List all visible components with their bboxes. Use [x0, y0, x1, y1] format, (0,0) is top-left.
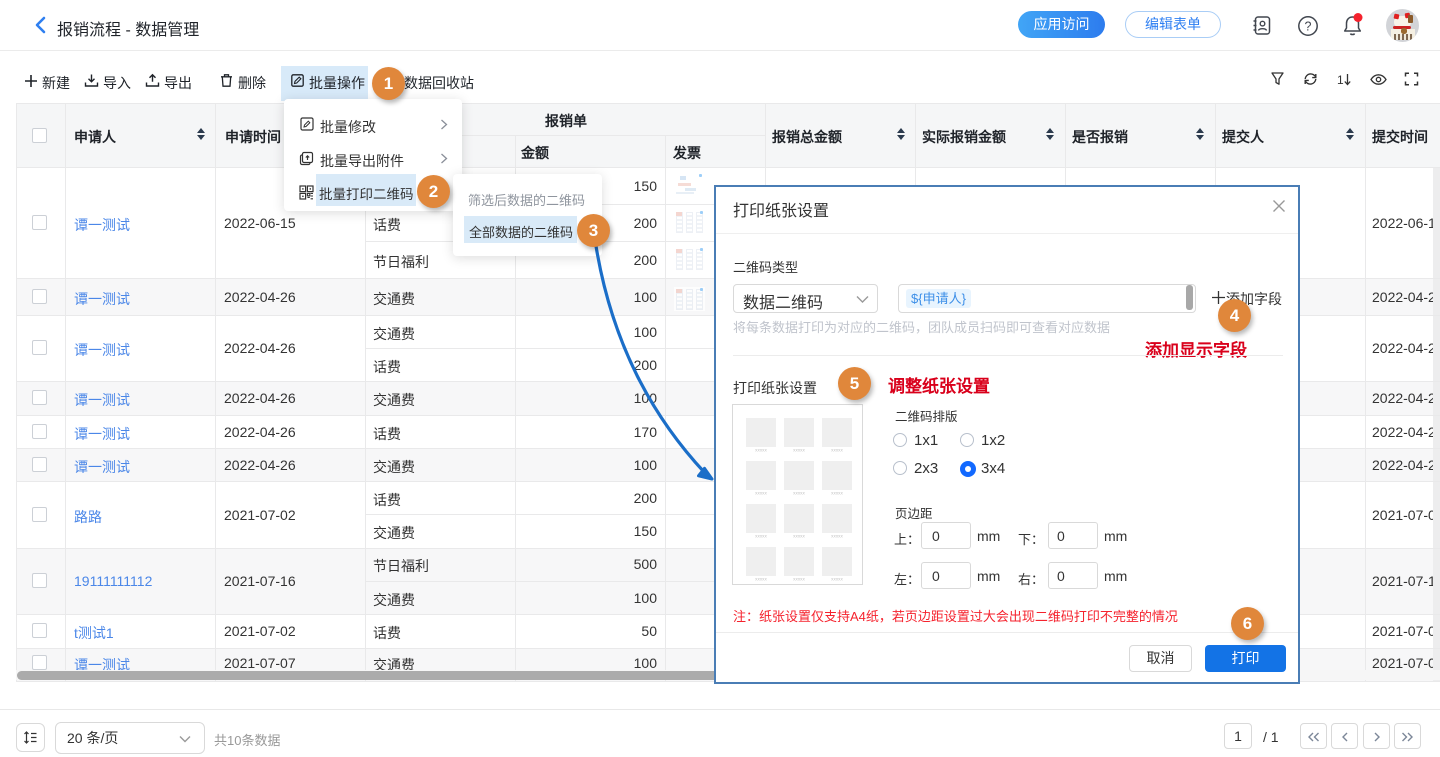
svg-text:1: 1	[1337, 73, 1344, 87]
svg-text:?: ?	[1305, 20, 1312, 34]
